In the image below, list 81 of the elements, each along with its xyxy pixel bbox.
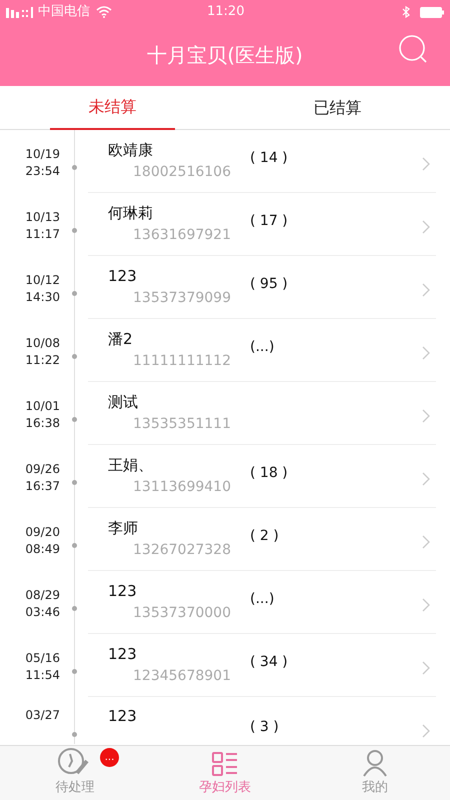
tab[interactable]: 已结算 [275,86,400,130]
patient-row[interactable]: 李师 13267027328 ( 2 ) [88,508,436,571]
time-text: 16:37 [25,478,60,494]
date-text: 09/20 [25,524,60,540]
patient-name: 何琳莉 [108,203,154,224]
chevron-icon [422,598,430,612]
patient-name: 潘2 [108,329,134,350]
patient-name: 123 [108,266,138,287]
time-text: 08:49 [25,540,60,558]
patient-row[interactable]: 潘2 11111111112 (...) [88,319,436,382]
signal-icon [6,6,36,18]
phone-text: 18002516106 [132,163,232,182]
app-title: 十月宝贝(医生版) [147,42,303,69]
phone-text: 13631697921 [132,226,232,245]
date-text: 03/27 [25,707,60,724]
patient-row[interactable]: 123 ( 3 ) [88,705,436,745]
time-text: 16:38 [25,414,60,432]
time-text: 11:22 [25,352,60,368]
time-text: 11:54 [25,666,60,684]
person-icon [362,749,388,777]
date-text: 10/19 [25,146,60,162]
count-text: ( 2 ) [250,526,279,546]
chevron-icon [422,535,430,549]
patient-name: 测试 [108,392,139,413]
patient-row[interactable]: 测试 13535351111 [88,382,436,445]
time-text: 14:30 [25,288,60,306]
chevron-icon [422,157,430,171]
date-text: 10/01 [25,398,60,414]
chevron-icon [422,220,430,234]
notification-badge: ... [100,748,119,767]
count-text: ( 95 ) [250,274,288,294]
phone-text: 13113699410 [132,478,232,497]
time-text: 23:54 [25,162,60,180]
chevron-icon [422,409,430,423]
phone-text: 13537370000 [132,604,232,623]
patient-name: 123 [108,706,138,727]
count-text: (...) [250,338,274,356]
date-text: 08/29 [25,586,60,604]
count-text: ( 14 ) [250,148,288,168]
date-text: 10/12 [25,272,60,288]
search-icon[interactable] [398,34,428,64]
phone-text: 13535351111 [132,415,232,434]
date-text: 09/26 [25,460,60,478]
patient-row[interactable]: 何琳莉 13631697921 ( 17 ) [88,193,436,256]
chevron-icon [422,346,430,360]
patient-name: 123 [108,581,138,602]
clock-text: 11:20 [207,3,244,22]
list-icon [212,751,238,777]
nav-tab[interactable]: 待处理 ... [0,746,150,800]
patient-name: 王娟、 [108,455,154,476]
patient-row[interactable]: 123 13537379099 ( 95 ) [88,256,436,319]
patient-row[interactable]: 欧靖康 18002516106 ( 14 ) [88,130,436,193]
time-text: 03:46 [25,604,60,620]
phone-text: 11111111112 [132,352,232,371]
phone-text: 13537379099 [132,289,232,308]
patient-row[interactable]: 王娟、 13113699410 ( 18 ) [88,445,436,508]
date-text: 10/13 [25,208,60,226]
patient-name: 欧靖康 [108,140,154,161]
chevron-icon [422,661,430,675]
phone-text: 12345678901 [132,667,232,686]
patient-name: 李师 [108,518,139,539]
patient-row[interactable]: 123 13537370000 (...) [88,571,436,634]
date-text: 10/08 [25,334,60,352]
battery-icon [420,6,444,18]
patient-row[interactable]: 123 12345678901 ( 34 ) [88,634,436,697]
date-text: 05/16 [25,650,60,666]
time-text: 11:17 [25,226,60,242]
patient-name: 123 [108,644,138,665]
bluetooth-icon [402,6,410,18]
count-text: ( 34 ) [250,652,288,672]
count-text: ( 17 ) [250,212,288,230]
chevron-icon [422,724,430,738]
wifi-icon [96,6,112,18]
count-text: ( 3 ) [250,718,279,737]
phone-text: 13267027328 [132,541,232,560]
carrier-text: 中国电信 [38,3,90,22]
tab[interactable]: 未结算 [50,86,175,130]
chevron-icon [422,283,430,297]
count-text: (...) [250,590,274,608]
chevron-icon [422,472,430,486]
count-text: ( 18 ) [250,464,288,482]
